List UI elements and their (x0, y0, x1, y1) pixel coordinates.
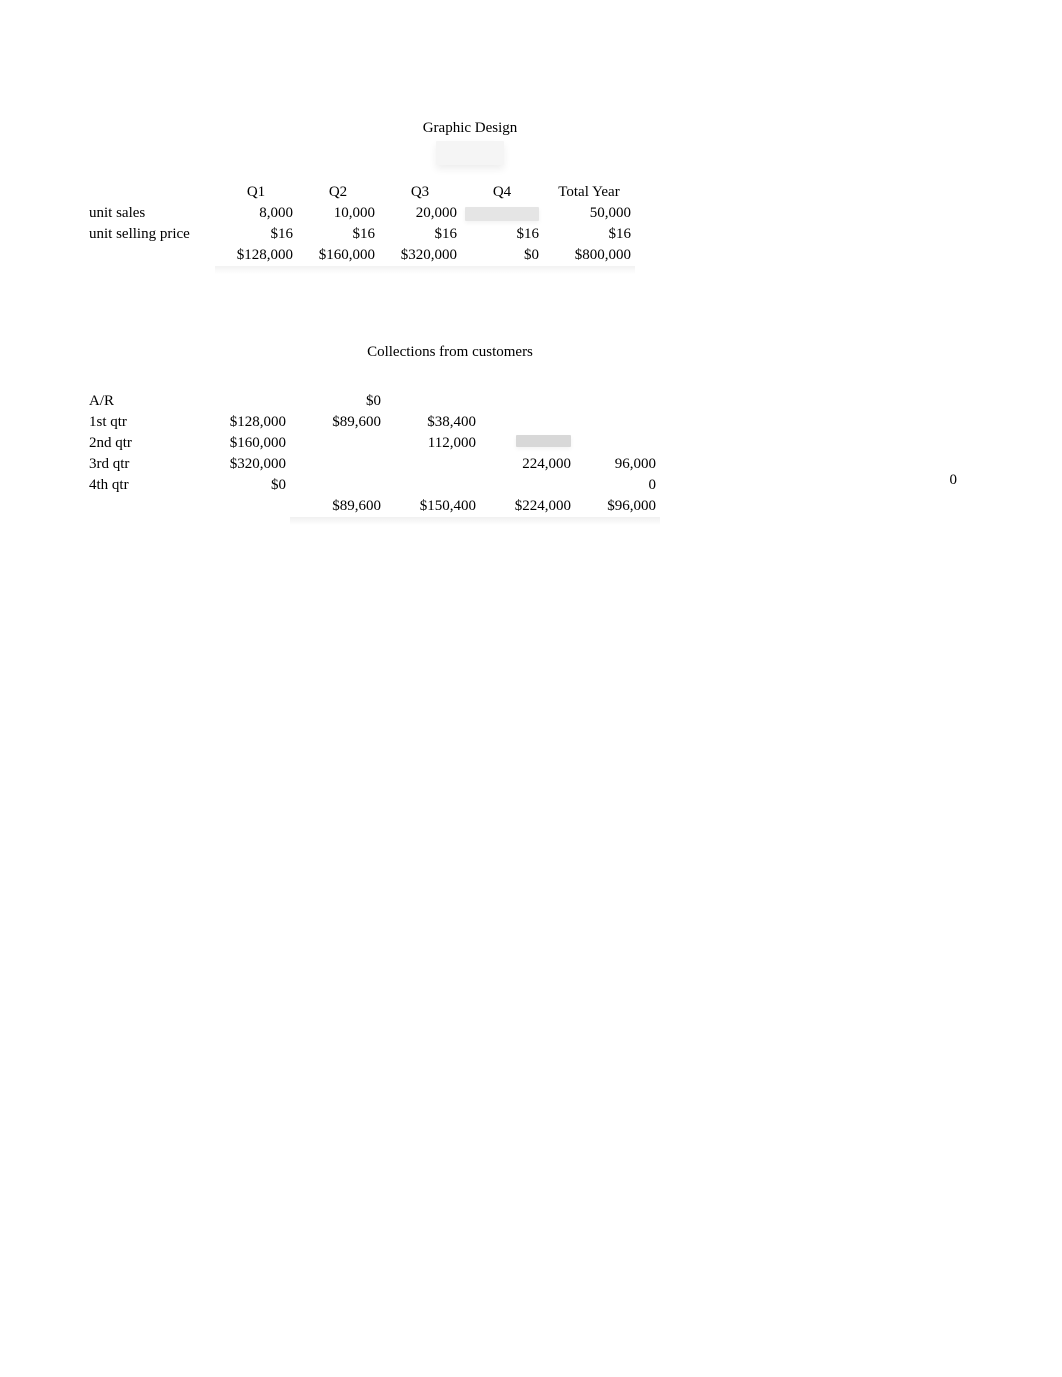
cell: $320,000 (180, 454, 290, 475)
cell-blurred (461, 203, 543, 224)
cell (575, 391, 660, 412)
table-row: 3rd qtr $320,000 224,000 96,000 (85, 454, 660, 475)
row-label: 3rd qtr (85, 454, 180, 475)
cell: 10,000 (297, 203, 379, 224)
cell (480, 475, 575, 496)
cell: $128,000 (180, 412, 290, 433)
cell: $89,600 (290, 412, 385, 433)
cell: 112,000 (385, 433, 480, 454)
section1-title: Graphic Design (190, 120, 750, 137)
table-row: unit selling price $16 $16 $16 $16 $16 (85, 224, 635, 245)
cell: 20,000 (379, 203, 461, 224)
cell: $224,000 (480, 496, 575, 517)
cell: $0 (290, 391, 385, 412)
header-blank (85, 182, 215, 203)
collections-table: A/R $0 1st qtr $128,000 $89,600 $38,400 … (85, 391, 660, 525)
cell: $38,400 (385, 412, 480, 433)
table-row: A/R $0 (85, 391, 660, 412)
cell (575, 433, 660, 454)
header-q3: Q3 (379, 182, 461, 203)
table-row: 4th qtr $0 0 (85, 475, 660, 496)
cell (385, 391, 480, 412)
table-row: 2nd qtr $160,000 112,000 (85, 433, 660, 454)
cell: $160,000 (180, 433, 290, 454)
cell (385, 475, 480, 496)
cell: $16 (461, 224, 543, 245)
cell (385, 454, 480, 475)
cell: $160,000 (297, 245, 379, 266)
cell (290, 475, 385, 496)
row-shadow (85, 517, 660, 525)
table-row: $128,000 $160,000 $320,000 $0 $800,000 (85, 245, 635, 266)
cell: 0 (575, 475, 660, 496)
row-label: 4th qtr (85, 475, 180, 496)
sales-table-header-row: Q1 Q2 Q3 Q4 Total Year (85, 182, 635, 203)
cell: $150,400 (385, 496, 480, 517)
table-row: 1st qtr $128,000 $89,600 $38,400 (85, 412, 660, 433)
cell: $0 (180, 475, 290, 496)
section-title-block: Graphic Design (190, 120, 750, 170)
cell: $320,000 (379, 245, 461, 266)
cell: $800,000 (543, 245, 635, 266)
cell: $16 (379, 224, 461, 245)
cell: $16 (297, 224, 379, 245)
cell: $16 (215, 224, 297, 245)
header-total: Total Year (543, 182, 635, 203)
cell: 96,000 (575, 454, 660, 475)
cell-blurred (480, 433, 575, 454)
cell (480, 412, 575, 433)
cell: 50,000 (543, 203, 635, 224)
cell: $128,000 (215, 245, 297, 266)
cell: $89,600 (290, 496, 385, 517)
row-label: unit sales (85, 203, 215, 224)
cell: $0 (461, 245, 543, 266)
floating-zero: 0 (950, 472, 958, 489)
blurred-subtitle-box (436, 141, 504, 165)
cell (180, 391, 290, 412)
row-label: unit selling price (85, 224, 215, 245)
header-q2: Q2 (297, 182, 379, 203)
cell (290, 454, 385, 475)
cell: 224,000 (480, 454, 575, 475)
header-q4: Q4 (461, 182, 543, 203)
sales-table: Q1 Q2 Q3 Q4 Total Year unit sales 8,000 … (85, 182, 635, 274)
totals-blank (85, 496, 180, 517)
cell (290, 433, 385, 454)
row-label: 2nd qtr (85, 433, 180, 454)
cell: $16 (543, 224, 635, 245)
totals-row: $89,600 $150,400 $224,000 $96,000 (85, 496, 660, 517)
row-label: A/R (85, 391, 180, 412)
section2-title: Collections from customers (190, 344, 710, 361)
cell: $96,000 (575, 496, 660, 517)
cell (480, 391, 575, 412)
table-row: unit sales 8,000 10,000 20,000 50,000 (85, 203, 635, 224)
row-label (85, 245, 215, 266)
row-label: 1st qtr (85, 412, 180, 433)
header-q1: Q1 (215, 182, 297, 203)
cell (575, 412, 660, 433)
cell (180, 496, 290, 517)
cell: 8,000 (215, 203, 297, 224)
row-shadow (85, 266, 635, 274)
